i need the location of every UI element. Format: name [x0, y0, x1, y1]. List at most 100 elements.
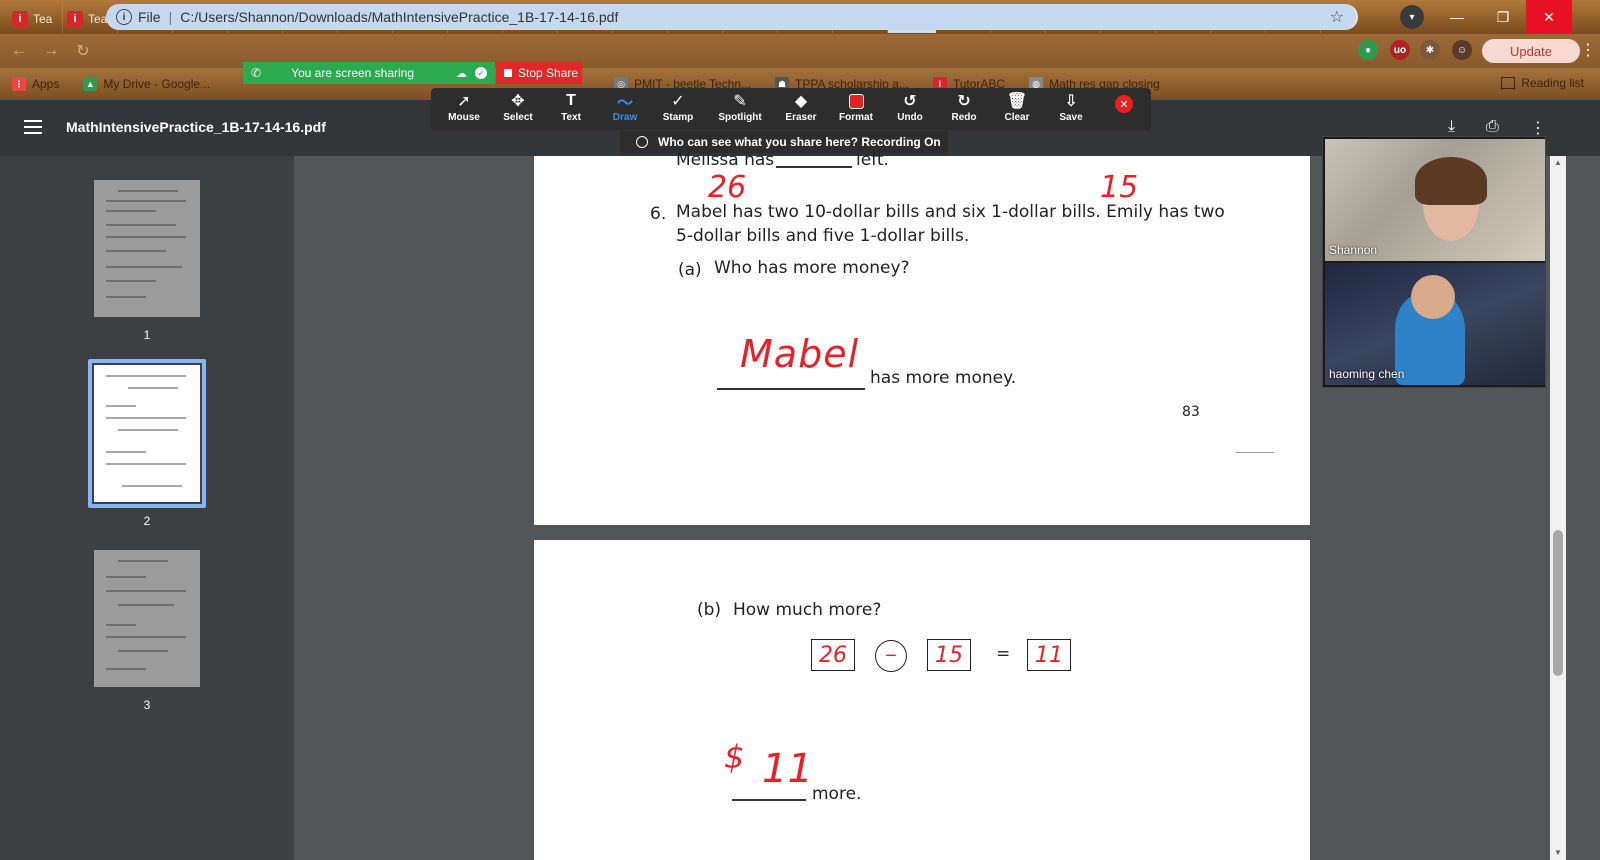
who-can-see-bar[interactable]: Who can see what you share here? Recordi… — [620, 131, 948, 153]
pdf-title: MathIntensivePractice_1B-17-14-16.pdf — [66, 119, 326, 135]
tool-spotlight[interactable]: ✎ Spotlight — [714, 90, 766, 128]
answer-line — [776, 166, 852, 168]
tool-clear[interactable]: 🗑 Clear — [991, 90, 1043, 128]
scrollbar-thumb[interactable] — [1553, 530, 1563, 676]
ublock-icon[interactable]: uo — [1390, 40, 1410, 60]
tool-text[interactable]: T Text — [545, 90, 597, 128]
page-thumbnail-2[interactable] — [94, 365, 200, 502]
redo-icon: ↻ — [957, 93, 971, 110]
tool-format[interactable]: Format — [830, 90, 882, 128]
reading-list-icon — [1501, 77, 1516, 89]
page-thumbnail-1[interactable] — [94, 180, 200, 317]
draw-icon: 〜 — [616, 95, 633, 112]
browser-menu-icon[interactable]: ⋮ — [1580, 40, 1596, 60]
reload-icon[interactable]: ↻ — [70, 38, 96, 64]
format-icon — [848, 90, 864, 112]
reading-list-label: Reading list — [1521, 76, 1584, 90]
browser-tab[interactable]: i Tea — [8, 5, 63, 33]
address-text: C:/Users/Shannon/Downloads/MathIntensive… — [180, 9, 619, 25]
part-b-label: (b) — [697, 600, 722, 620]
stop-share-label: Stop Share — [518, 66, 579, 80]
tool-eraser[interactable]: ◆ Eraser — [775, 90, 827, 128]
who-can-see-text: Who can see what you share here? Recordi… — [658, 135, 941, 149]
vertical-scrollbar[interactable]: ▲ ▼ — [1550, 156, 1566, 860]
tool-undo[interactable]: ↺ Undo — [884, 90, 936, 128]
tool-stamp[interactable]: ✓ Stamp — [652, 90, 704, 128]
participant-hair — [1415, 157, 1487, 205]
shield-icon: ✓ — [475, 67, 487, 79]
tool-label: Draw — [612, 112, 638, 123]
stop-share-button[interactable]: Stop Share — [496, 62, 582, 84]
thumbnail-number: 3 — [143, 698, 151, 712]
tool-mouse[interactable]: ➚ Mouse — [438, 90, 490, 128]
tool-label: Clear — [1004, 112, 1030, 123]
handwritten-26: 26 — [708, 170, 747, 205]
handwritten-15: 15 — [1100, 170, 1139, 205]
site-info-icon[interactable]: i — [116, 9, 132, 25]
part-a-question: Who has more money? — [714, 258, 910, 278]
tool-label: Eraser — [785, 112, 817, 123]
close-window-icon[interactable]: ✕ — [1526, 0, 1572, 34]
screen-sharing-banner: ✆ You are screen sharing ☁ ✓ — [243, 62, 495, 84]
print-icon[interactable]: ⎙ — [1486, 118, 1499, 136]
answer-box-3: 11 — [1027, 639, 1071, 671]
spotlight-icon: ✎ — [733, 93, 747, 110]
tool-save[interactable]: ⇩ Save — [1045, 90, 1097, 128]
minimize-icon[interactable]: — — [1434, 0, 1480, 34]
phone-icon: ✆ — [251, 66, 262, 80]
tab-search-icon[interactable]: ▾ — [1400, 5, 1424, 29]
tool-label: Mouse — [448, 112, 480, 123]
pdf-page: (b) How much more? 26 − 15 = 11 $ 11 mor… — [534, 540, 1310, 860]
tool-label: Format — [839, 112, 873, 123]
question-6-line-1: Mabel has two 10-dollar bills and six 1-… — [676, 202, 1225, 222]
answer-line — [717, 388, 865, 390]
page-thumbnail-3[interactable] — [94, 550, 200, 687]
undo-icon: ↺ — [903, 93, 917, 110]
scroll-up-icon[interactable]: ▲ — [1553, 158, 1563, 168]
video-panel: Shannon haoming chen — [1322, 136, 1546, 388]
text-icon: T — [566, 92, 576, 109]
video-tile-haoming[interactable]: haoming chen — [1325, 263, 1545, 385]
tool-label: Spotlight — [718, 112, 762, 123]
thumbnail-number: 1 — [143, 328, 151, 342]
annotation-toolbar: ➚ Mouse ✥ Select T Text 〜 Draw ✓ Stamp ✎ Spotlight ◆… — [431, 88, 1151, 130]
thumbnail-number: 2 — [143, 514, 151, 528]
download-icon[interactable]: ⤓ — [1448, 118, 1455, 136]
person-icon — [636, 136, 648, 148]
stamp-icon: ✓ — [671, 93, 685, 110]
tool-select[interactable]: ✥ Select — [492, 90, 544, 128]
tool-label: Save — [1059, 112, 1083, 123]
bookmark-star-icon[interactable]: ☆ — [1330, 7, 1344, 27]
more-suffix: more. — [812, 784, 862, 804]
page-number: 83 — [1182, 404, 1200, 420]
forward-icon[interactable]: → — [38, 38, 64, 64]
stop-icon — [504, 69, 512, 77]
handwritten-11: 11 — [762, 746, 813, 792]
extension-green-icon[interactable]: ● — [1358, 40, 1378, 60]
update-button[interactable]: Update — [1482, 39, 1580, 63]
participant-name: haoming chen — [1329, 367, 1405, 381]
tool-label: Redo — [951, 112, 977, 123]
video-tile-shannon[interactable]: Shannon — [1325, 139, 1545, 261]
tool-redo[interactable]: ↻ Redo — [938, 90, 990, 128]
profile-avatar[interactable]: ☺ — [1452, 40, 1472, 60]
extensions-puzzle-icon[interactable]: ✱ — [1420, 40, 1440, 60]
bookmark-item[interactable]: ⋮ Apps — [12, 77, 59, 91]
more-options-icon[interactable]: ⋮ — [1530, 118, 1546, 138]
eraser-icon: ◆ — [794, 93, 808, 110]
reading-list[interactable]: Reading list — [1501, 76, 1584, 90]
restore-icon[interactable]: ❐ — [1480, 0, 1526, 34]
menu-icon[interactable] — [24, 120, 42, 138]
scroll-down-icon[interactable]: ▼ — [1553, 848, 1563, 858]
tool-draw[interactable]: 〜 Draw — [599, 90, 651, 128]
bookmark-item[interactable]: ▲ My Drive - Google... — [83, 77, 210, 91]
address-bar[interactable]: i File | C:/Users/Shannon/Downloads/Math… — [106, 4, 1356, 30]
close-annotation-icon[interactable]: ✕ — [1115, 95, 1133, 113]
pdf-page: Melissa has left. 26 15 6. Mabel has two… — [534, 150, 1310, 525]
back-icon[interactable]: ← — [6, 38, 32, 64]
answer-box-2: 15 — [927, 639, 971, 671]
question-6-line-2: 5-dollar bills and five 1-dollar bills. — [676, 226, 970, 246]
handwritten-mabel: Mabel — [740, 332, 860, 376]
bookmark-label: Apps — [32, 77, 60, 91]
separator: | — [168, 9, 173, 25]
